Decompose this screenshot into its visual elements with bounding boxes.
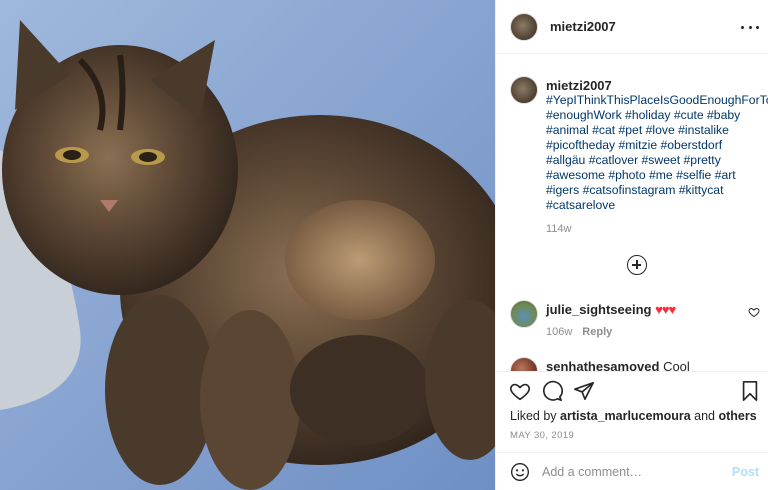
comment-bubble-icon[interactable] xyxy=(541,380,563,402)
load-more-comments-icon[interactable] xyxy=(627,255,647,275)
liked-by-user[interactable]: artista_marlucemoura xyxy=(560,409,691,423)
emoji-icon[interactable] xyxy=(510,462,530,482)
caption-hashtags[interactable]: #YepIThinkThisPlaceIsGoodEnoughForToday … xyxy=(546,93,768,213)
comment-timestamp[interactable]: 106w xyxy=(546,326,572,338)
comment-username-and-text: senhathesamoved Cool xyxy=(546,359,690,371)
action-bar xyxy=(496,371,768,411)
like-heart-icon[interactable] xyxy=(509,380,531,402)
comment-username[interactable]: julie_sightseeing xyxy=(546,302,651,317)
dot-icon xyxy=(756,25,759,29)
author-avatar[interactable] xyxy=(510,13,538,41)
liked-by-and: and xyxy=(694,409,716,423)
post-date[interactable]: MAY 30, 2019 xyxy=(510,430,574,441)
save-bookmark-icon[interactable] xyxy=(739,380,761,402)
comment-username-and-text: julie_sightseeing ♥♥♥ xyxy=(546,302,676,317)
share-paper-plane-icon[interactable] xyxy=(573,380,595,402)
comment-meta: 106w Reply xyxy=(546,326,612,338)
liked-by-others[interactable]: others xyxy=(719,409,757,423)
caption-author-avatar[interactable] xyxy=(510,76,538,104)
dot-icon xyxy=(741,25,744,29)
caption-timestamp[interactable]: 114w xyxy=(546,223,571,235)
instagram-post-view: mietzi2007 mietzi2007 #YepIThinkThisPlac… xyxy=(0,0,768,490)
more-options-icon[interactable] xyxy=(741,18,759,36)
reply-button[interactable]: Reply xyxy=(582,326,612,338)
like-comment-icon[interactable] xyxy=(748,306,760,318)
post-sidebar: mietzi2007 mietzi2007 #YepIThinkThisPlac… xyxy=(495,0,768,490)
add-comment-bar: Post xyxy=(496,452,768,490)
comment-text: Cool xyxy=(663,359,690,371)
comment-text: ♥♥♥ xyxy=(655,302,676,317)
liked-by-prefix: Liked by xyxy=(510,409,557,423)
cat-photo-illustration xyxy=(0,0,495,490)
post-header: mietzi2007 xyxy=(496,0,768,54)
dot-icon xyxy=(748,25,752,29)
add-comment-input[interactable] xyxy=(542,463,722,481)
caption-username[interactable]: mietzi2007 xyxy=(546,78,612,93)
comment-item: senhathesamoved Cool xyxy=(510,357,760,371)
post-comment-button[interactable]: Post xyxy=(732,465,759,479)
commenter-avatar[interactable] xyxy=(510,357,538,371)
commenter-avatar[interactable] xyxy=(510,300,538,328)
author-username[interactable]: mietzi2007 xyxy=(550,19,616,34)
post-photo[interactable] xyxy=(0,0,495,490)
liked-by-text: Liked by artista_marlucemoura and others xyxy=(510,409,757,423)
comment-username[interactable]: senhathesamoved xyxy=(546,359,659,371)
